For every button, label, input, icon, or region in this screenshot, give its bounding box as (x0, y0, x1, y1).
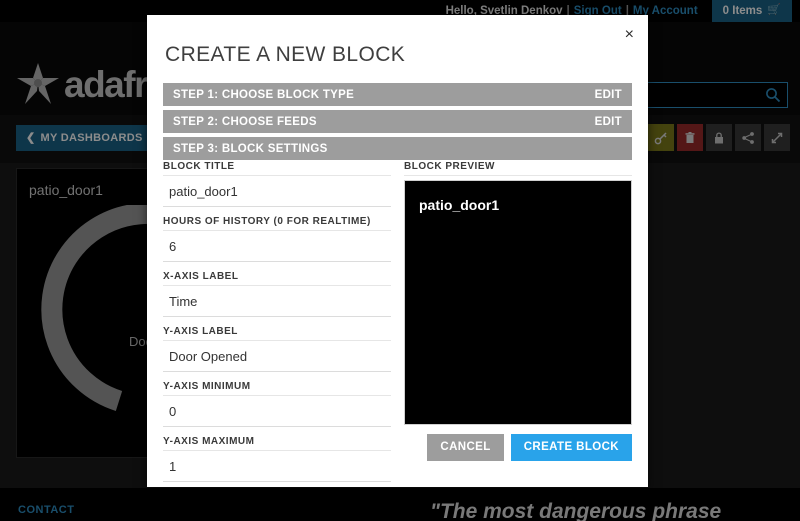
field-y-axis-minimum: Y-AXIS MINIMUM (163, 381, 391, 427)
wizard-step-1-label: STEP 1: CHOOSE BLOCK TYPE (173, 88, 355, 101)
wizard-step-1[interactable]: STEP 1: CHOOSE BLOCK TYPE EDIT (163, 83, 632, 106)
wizard-step-3-label: STEP 3: BLOCK SETTINGS (173, 142, 328, 155)
block-preview-label: BLOCK PREVIEW (404, 161, 632, 176)
y-axis-minimum-input[interactable] (163, 396, 391, 427)
field-block-title: BLOCK TITLE (163, 161, 391, 207)
field-y-axis-maximum-label: Y-AXIS MAXIMUM (163, 436, 391, 451)
y-axis-label-input[interactable] (163, 341, 391, 372)
wizard-steps: STEP 1: CHOOSE BLOCK TYPE EDIT STEP 2: C… (163, 83, 632, 164)
app-root: Hello, Svetlin Denkov | Sign Out | My Ac… (0, 0, 800, 521)
field-block-title-label: BLOCK TITLE (163, 161, 391, 176)
field-y-axis-minimum-label: Y-AXIS MINIMUM (163, 381, 391, 396)
field-hours-history-label: HOURS OF HISTORY (0 FOR REALTIME) (163, 216, 391, 231)
field-x-axis-label-label: X-AXIS LABEL (163, 271, 391, 286)
field-y-axis-label: Y-AXIS LABEL (163, 326, 391, 372)
cancel-button[interactable]: CANCEL (427, 434, 504, 461)
wizard-step-2-label: STEP 2: CHOOSE FEEDS (173, 115, 317, 128)
field-y-axis-label-label: Y-AXIS LABEL (163, 326, 391, 341)
wizard-step-3[interactable]: STEP 3: BLOCK SETTINGS (163, 137, 632, 160)
create-block-button[interactable]: CREATE BLOCK (510, 434, 632, 461)
modal-title: CREATE A NEW BLOCK (165, 43, 406, 66)
block-preview-box: patio_door1 (404, 180, 632, 425)
wizard-step-2[interactable]: STEP 2: CHOOSE FEEDS EDIT (163, 110, 632, 133)
hours-of-history-input[interactable] (163, 231, 391, 262)
field-y-axis-maximum: Y-AXIS MAXIMUM (163, 436, 391, 482)
create-block-modal: CREATE A NEW BLOCK × STEP 1: CHOOSE BLOC… (147, 15, 648, 487)
modal-actions: CANCEL CREATE BLOCK (427, 434, 632, 461)
y-axis-maximum-input[interactable] (163, 451, 391, 482)
block-preview-panel: BLOCK PREVIEW patio_door1 (404, 161, 632, 425)
close-icon[interactable]: × (625, 27, 634, 43)
settings-form: BLOCK TITLE HOURS OF HISTORY (0 FOR REAL… (163, 161, 391, 491)
block-preview-title: patio_door1 (419, 197, 500, 213)
wizard-step-1-edit[interactable]: EDIT (595, 89, 622, 101)
field-hours-history: HOURS OF HISTORY (0 FOR REALTIME) (163, 216, 391, 262)
block-title-input[interactable] (163, 176, 391, 207)
wizard-step-2-edit[interactable]: EDIT (595, 116, 622, 128)
x-axis-label-input[interactable] (163, 286, 391, 317)
field-x-axis-label: X-AXIS LABEL (163, 271, 391, 317)
